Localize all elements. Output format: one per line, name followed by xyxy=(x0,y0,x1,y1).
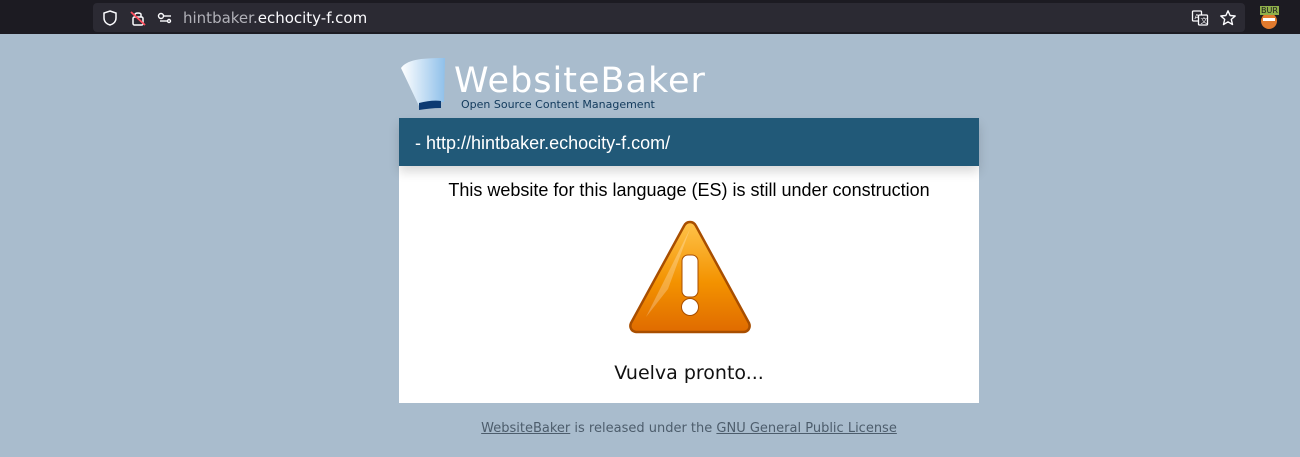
url-subdomain: hintbaker. xyxy=(183,9,258,27)
back-soon-text: Vuelva pronto... xyxy=(614,362,764,384)
url-domain: echocity-f.com xyxy=(257,9,368,27)
shield-icon[interactable] xyxy=(101,9,119,27)
extension-badge: BUR xyxy=(1260,6,1279,15)
construction-card: - http://hintbaker.echocity-f.com/ This … xyxy=(399,118,979,403)
logo-wordmark: WebsiteBaker xyxy=(454,61,706,101)
websitebaker-logo: WebsiteBaker Open Source Content Managem… xyxy=(399,56,705,114)
gpl-license-link[interactable]: GNU General Public License xyxy=(716,421,896,436)
bookmark-star-icon[interactable] xyxy=(1219,9,1237,27)
address-bar[interactable]: hintbaker.echocity-f.com A 文 xyxy=(93,3,1245,32)
card-header: - http://hintbaker.echocity-f.com/ xyxy=(399,118,979,166)
warning-triangle-icon xyxy=(629,220,751,334)
page-footer: WebsiteBaker is released under the GNU G… xyxy=(0,421,1300,436)
insecure-lock-icon[interactable] xyxy=(129,9,147,27)
logo-mark-icon xyxy=(401,58,445,110)
logo-tagline: Open Source Content Management xyxy=(461,98,655,111)
card-header-url: - http://hintbaker.echocity-f.com/ xyxy=(415,133,671,153)
translate-icon[interactable]: A 文 xyxy=(1191,9,1209,27)
websitebaker-link[interactable]: WebsiteBaker xyxy=(481,421,570,436)
svg-text:A: A xyxy=(1195,13,1200,21)
permissions-key-icon[interactable] xyxy=(156,9,174,27)
construction-message: This website for this language (ES) is s… xyxy=(448,180,930,200)
url-text[interactable]: hintbaker.echocity-f.com xyxy=(183,9,367,27)
burp-extension-icon[interactable]: BUR xyxy=(1257,4,1281,30)
svg-text:文: 文 xyxy=(1201,16,1208,25)
browser-toolbar: hintbaker.echocity-f.com A 文 BUR xyxy=(0,0,1300,34)
footer-middle-text: is released under the xyxy=(570,421,717,436)
